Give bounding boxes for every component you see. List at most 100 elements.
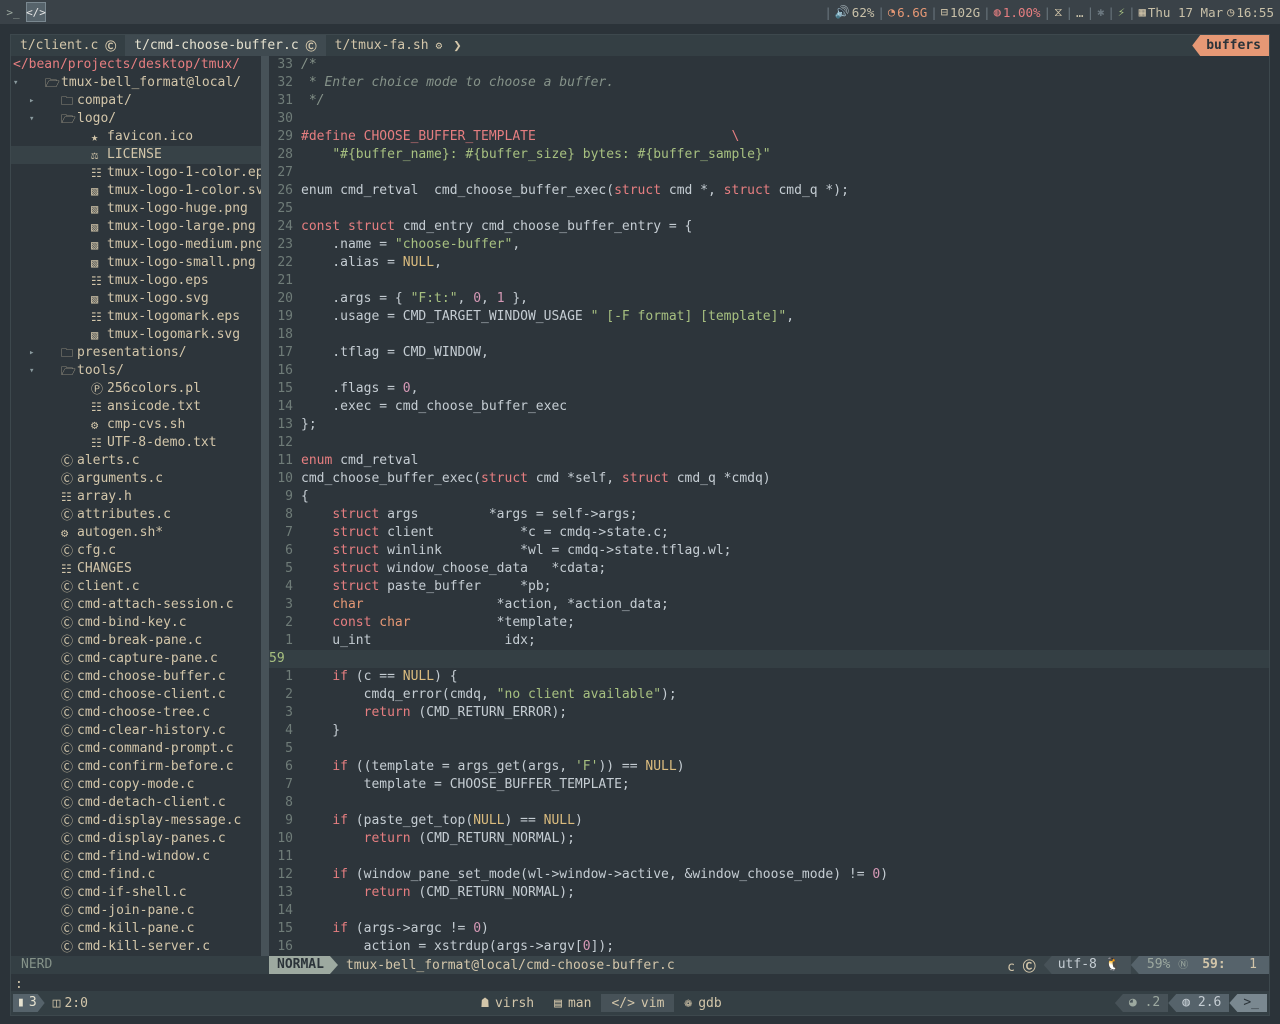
- code-line[interactable]: 23 .name = "choose-buffer",: [269, 236, 1269, 254]
- code-line[interactable]: 10 return (CMD_RETURN_NORMAL);: [269, 830, 1269, 848]
- tmux-window-virsh[interactable]: ☗ virsh: [471, 994, 544, 1012]
- code-line[interactable]: 7 template = CHOOSE_BUFFER_TEMPLATE;: [269, 776, 1269, 794]
- tree-root-path[interactable]: </bean/projects/desktop/tmux/: [11, 56, 261, 74]
- chevron-down-icon[interactable]: ▾: [29, 110, 34, 128]
- code-line[interactable]: 8: [269, 794, 1269, 812]
- code-line[interactable]: 3 char *action, *action_data;: [269, 596, 1269, 614]
- code-line[interactable]: 33 /*: [269, 56, 1269, 74]
- code-line[interactable]: 6 struct winlink *wl = cmdq->state.tflag…: [269, 542, 1269, 560]
- code-line[interactable]: 11 enum cmd_retval: [269, 452, 1269, 470]
- tree-file[interactable]: ▧ tmux-logomark.svg: [11, 326, 261, 344]
- tree-file[interactable]: Ⓒcmd-choose-tree.c: [11, 704, 261, 722]
- code-line[interactable]: 10 cmd_choose_buffer_exec(struct cmd *sel…: [269, 470, 1269, 488]
- tmux-window-vim[interactable]: </> vim: [601, 994, 675, 1012]
- tree-file[interactable]: ☷ UTF-8-demo.txt: [11, 434, 261, 452]
- tree-folder[interactable]: ▾ 🗁 logo/: [11, 110, 261, 128]
- tree-file[interactable]: Ⓒcmd-find.c: [11, 866, 261, 884]
- bluetooth-indicator[interactable]: ✱: [1097, 5, 1104, 19]
- code-line[interactable]: 27: [269, 164, 1269, 182]
- code-line[interactable]: 5 struct window_choose_data *cdata;: [269, 560, 1269, 578]
- tree-file[interactable]: Ⓒcmd-display-message.c: [11, 812, 261, 830]
- tree-file[interactable]: ▧ tmux-logo-small.png: [11, 254, 261, 272]
- tree-folder[interactable]: ▸ 🗀 compat/: [11, 92, 261, 110]
- terminal-window[interactable]: t/client.c Ⓒ t/cmd-choose-buffer.c Ⓒ t/t…: [10, 34, 1270, 1016]
- code-line[interactable]: 15 .flags = 0,: [269, 380, 1269, 398]
- tree-file[interactable]: Ⓒclient.c: [11, 578, 261, 596]
- code-line[interactable]: 13 return (CMD_RETURN_NORMAL);: [269, 884, 1269, 902]
- tree-file[interactable]: Ⓒcmd-capture-pane.c: [11, 650, 261, 668]
- code-line[interactable]: 28 "#{buffer_name}: #{buffer_size} bytes…: [269, 146, 1269, 164]
- tree-file[interactable]: ★ favicon.ico: [11, 128, 261, 146]
- tree-file[interactable]: ☷ array.h: [11, 488, 261, 506]
- tree-file[interactable]: Ⓒattributes.c: [11, 506, 261, 524]
- code-line[interactable]: 2 const char *template;: [269, 614, 1269, 632]
- chevron-right-icon[interactable]: ▸: [29, 344, 34, 362]
- tree-file[interactable]: ☷ ansicode.txt: [11, 398, 261, 416]
- tree-file[interactable]: Ⓒcmd-display-panes.c: [11, 830, 261, 848]
- tab-client-c[interactable]: t/client.c Ⓒ: [11, 35, 125, 56]
- code-line[interactable]: 17 .tflag = CMD_WINDOW,: [269, 344, 1269, 362]
- code-line[interactable]: 31 */: [269, 92, 1269, 110]
- tree-file[interactable]: Ⓒcmd-attach-session.c: [11, 596, 261, 614]
- workspace-code[interactable]: </>: [26, 2, 46, 22]
- code-line[interactable]: 11: [269, 848, 1269, 866]
- code-line[interactable]: 4 struct paste_buffer *pb;: [269, 578, 1269, 596]
- code-editor[interactable]: 33/* 32 * Enter choice mode to choose a b…: [269, 56, 1269, 956]
- tree-file[interactable]: ☷ CHANGES: [11, 560, 261, 578]
- tree-file[interactable]: ⚖ LICENSE: [11, 146, 261, 164]
- nerdtree-panel[interactable]: </bean/projects/desktop/tmux/ ▾ 🗁 tmux-bel…: [11, 56, 261, 956]
- tree-file[interactable]: ▧ tmux-logo-huge.png: [11, 200, 261, 218]
- code-line[interactable]: 20 .args = { "F:t:", 0, 1 },: [269, 290, 1269, 308]
- code-line[interactable]: 14: [269, 902, 1269, 920]
- tree-file[interactable]: Ⓒcmd-kill-server.c: [11, 938, 261, 956]
- code-line[interactable]: 24 const struct cmd_entry cmd_choose_buff…: [269, 218, 1269, 236]
- tree-file[interactable]: Ⓟ 256colors.pl: [11, 380, 261, 398]
- tab-tmux-fa-sh[interactable]: t/tmux-fa.sh ⚙ ❯: [326, 35, 471, 56]
- tree-file[interactable]: Ⓒalerts.c: [11, 452, 261, 470]
- tree-file[interactable]: Ⓒcmd-bind-key.c: [11, 614, 261, 632]
- tree-folder[interactable]: ▾ 🗁 tmux-bell_format@local/: [11, 74, 261, 92]
- tree-folder[interactable]: ▾ 🗁 tools/: [11, 362, 261, 380]
- tree-file[interactable]: Ⓒcmd-find-window.c: [11, 848, 261, 866]
- code-line[interactable]: 12 if (window_pane_set_mode(wl->window->…: [269, 866, 1269, 884]
- tree-file[interactable]: Ⓒcmd-if-shell.c: [11, 884, 261, 902]
- network-indicator[interactable]: ⧖: [1054, 5, 1062, 20]
- date-indicator[interactable]: ▦ Thu 17 Mar: [1139, 5, 1224, 20]
- tab-cmd-choose-buffer[interactable]: t/cmd-choose-buffer.c Ⓒ: [125, 35, 326, 56]
- chevron-down-icon[interactable]: ▾: [29, 362, 34, 380]
- code-line[interactable]: 12: [269, 434, 1269, 452]
- tree-file[interactable]: Ⓒcmd-copy-mode.c: [11, 776, 261, 794]
- code-line[interactable]: 6 if ((template = args_get(args, 'F')) =…: [269, 758, 1269, 776]
- volume-indicator[interactable]: 🔊 62%: [835, 5, 875, 20]
- tree-file[interactable]: Ⓒcmd-choose-buffer.c: [11, 668, 261, 686]
- code-line[interactable]: 14 .exec = cmd_choose_buffer_exec: [269, 398, 1269, 416]
- tree-file[interactable]: Ⓒcmd-detach-client.c: [11, 794, 261, 812]
- code-line[interactable]: 18: [269, 326, 1269, 344]
- code-line[interactable]: 5: [269, 740, 1269, 758]
- tree-file[interactable]: ▧ tmux-logo-large.png: [11, 218, 261, 236]
- code-line[interactable]: 1 if (c == NULL) {: [269, 668, 1269, 686]
- tree-file[interactable]: ▧ tmux-logo.svg: [11, 290, 261, 308]
- code-line[interactable]: 32 * Enter choice mode to choose a buffe…: [269, 74, 1269, 92]
- tree-file[interactable]: ☷ tmux-logo-1-color.eps: [11, 164, 261, 182]
- code-line[interactable]: 25: [269, 200, 1269, 218]
- tree-file[interactable]: Ⓒcfg.c: [11, 542, 261, 560]
- tree-file[interactable]: ▧ tmux-logo-medium.png: [11, 236, 261, 254]
- chevron-right-icon[interactable]: ▸: [29, 92, 34, 110]
- code-line[interactable]: 13};: [269, 416, 1269, 434]
- code-line[interactable]: 29 #define CHOOSE_BUFFER_TEMPLATE \: [269, 128, 1269, 146]
- code-line[interactable]: 8 struct args *args = self->args;: [269, 506, 1269, 524]
- code-line[interactable]: 9 if (paste_get_top(NULL) == NULL): [269, 812, 1269, 830]
- tree-file[interactable]: Ⓒcmd-choose-client.c: [11, 686, 261, 704]
- code-line[interactable]: 30: [269, 110, 1269, 128]
- code-line[interactable]: 15 if (args->argc != 0): [269, 920, 1269, 938]
- tree-file[interactable]: ☷ tmux-logo.eps: [11, 272, 261, 290]
- tree-folder[interactable]: ▸ 🗀 presentations/: [11, 344, 261, 362]
- tree-file[interactable]: Ⓒcmd-confirm-before.c: [11, 758, 261, 776]
- code-line[interactable]: 16: [269, 362, 1269, 380]
- code-line[interactable]: 26 enum cmd_retval cmd_choose_buffer_exec…: [269, 182, 1269, 200]
- tree-file[interactable]: Ⓒcmd-kill-pane.c: [11, 920, 261, 938]
- code-line[interactable]: 21: [269, 272, 1269, 290]
- code-line[interactable]: 7 struct client *c = cmdq->state.c;: [269, 524, 1269, 542]
- tree-file[interactable]: ⚙ cmp-cvs.sh: [11, 416, 261, 434]
